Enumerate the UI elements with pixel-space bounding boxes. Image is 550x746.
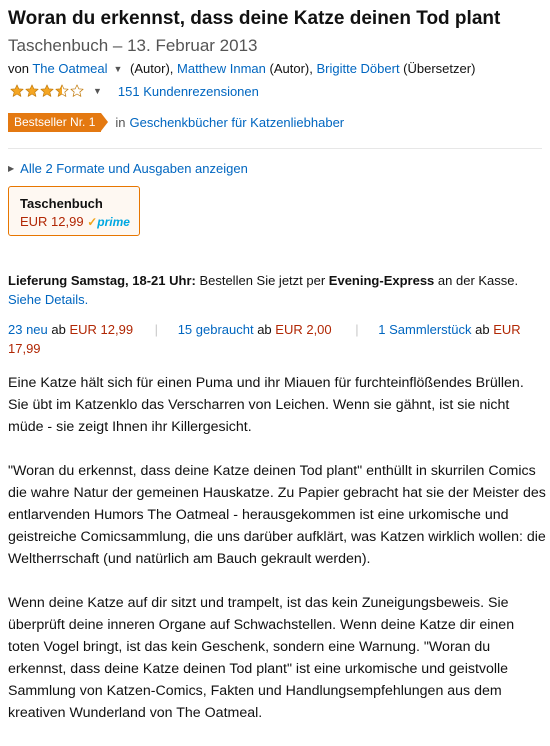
description-paragraph: Wenn deine Katze auf dir sitzt und tramp… [8,595,515,721]
reviews-link[interactable]: 151 Kundenrezensionen [118,84,259,99]
star-icon [40,84,54,97]
offer-collectible-link[interactable]: 1 Sammlerstück [378,322,471,337]
format-price: EUR 12,99 [20,214,84,229]
product-format-date: Taschenbuch – 13. Februar 2013 [8,36,258,55]
author-role: (Autor), [265,61,317,76]
description-paragraph: Eine Katze hält sich für einen Puma und … [8,375,524,435]
author-link-matthew-inman[interactable]: Matthew Inman [177,61,266,76]
byline-prefix: von [8,61,29,76]
format-price-row: EUR 12,99 ✓prime [20,213,139,231]
rating-row: ▼ 151 Kundenrezensionen [10,81,259,101]
offer-ab: ab [47,322,70,337]
star-rating[interactable] [10,84,85,98]
offer-separator: | [355,322,359,337]
star-icon [10,84,24,97]
delivery-date: Lieferung Samstag, 18-21 Uhr: [8,273,196,288]
delivery-details-link[interactable]: Siehe Details. [8,292,88,307]
chevron-down-icon[interactable]: ▼ [93,86,102,96]
divider [8,148,542,149]
bestseller-row: Bestseller Nr. 1 in Geschenkbücher für K… [8,113,344,132]
all-formats-link[interactable]: Alle 2 Formate und Ausgaben anzeigen [20,160,248,178]
delivery-express: Evening-Express [328,273,435,288]
offers-row: 23 neu ab EUR 12,99 | 15 gebraucht ab EU… [8,320,538,358]
product-title: Woran du erkennst, dass deine Katze dein… [8,8,501,29]
star-icon [55,84,69,97]
translator-link-brigitte-doebert[interactable]: Brigitte Döbert [316,61,399,76]
author-link-the-oatmeal[interactable]: The Oatmeal [32,61,107,76]
prime-logo: ✓prime [87,215,130,229]
format-option-paperback[interactable]: Taschenbuch EUR 12,99 ✓prime [8,186,140,236]
offer-ab: ab [471,322,494,337]
format-name: Taschenbuch [20,196,103,211]
offer-new-link[interactable]: 23 neu [8,322,48,337]
product-page: Woran du erkennst, dass deine Katze dein… [0,0,550,724]
bestseller-badge[interactable]: Bestseller Nr. 1 [8,113,109,132]
byline: von The Oatmeal ▼ (Autor), Matthew Inman … [8,60,548,78]
delivery-text-end: an der Kasse. [434,273,519,288]
chevron-down-icon[interactable]: ▼ [114,60,123,78]
offer-used-link[interactable]: 15 gebraucht [178,322,254,337]
caret-right-icon: ▶ [8,164,15,173]
product-description: Eine Katze hält sich für einen Puma und … [8,372,546,746]
translator-role: (Übersetzer) [399,61,476,76]
delivery-info: Lieferung Samstag, 18-21 Uhr: Bestellen … [8,271,538,309]
delivery-text: Bestellen Sie jetzt per [195,273,329,288]
formats-toggle[interactable]: ▶ Alle 2 Formate und Ausgaben anzeigen [8,160,248,178]
offer-new-price: EUR 12,99 [69,322,134,337]
bestseller-in-label: in [115,115,126,130]
offer-ab: ab [253,322,276,337]
bestseller-category-link[interactable]: Geschenkbücher für Katzenliebhaber [130,115,345,130]
offer-used-price: EUR 2,00 [275,322,332,337]
prime-label: prime [97,215,130,229]
author-role: (Autor), [126,61,178,76]
star-icon [70,84,84,97]
offer-separator: | [154,322,159,337]
description-paragraph: "Woran du erkennst, dass deine Katze dei… [8,463,546,567]
prime-check-icon: ✓ [87,215,98,229]
star-icon [25,84,39,97]
